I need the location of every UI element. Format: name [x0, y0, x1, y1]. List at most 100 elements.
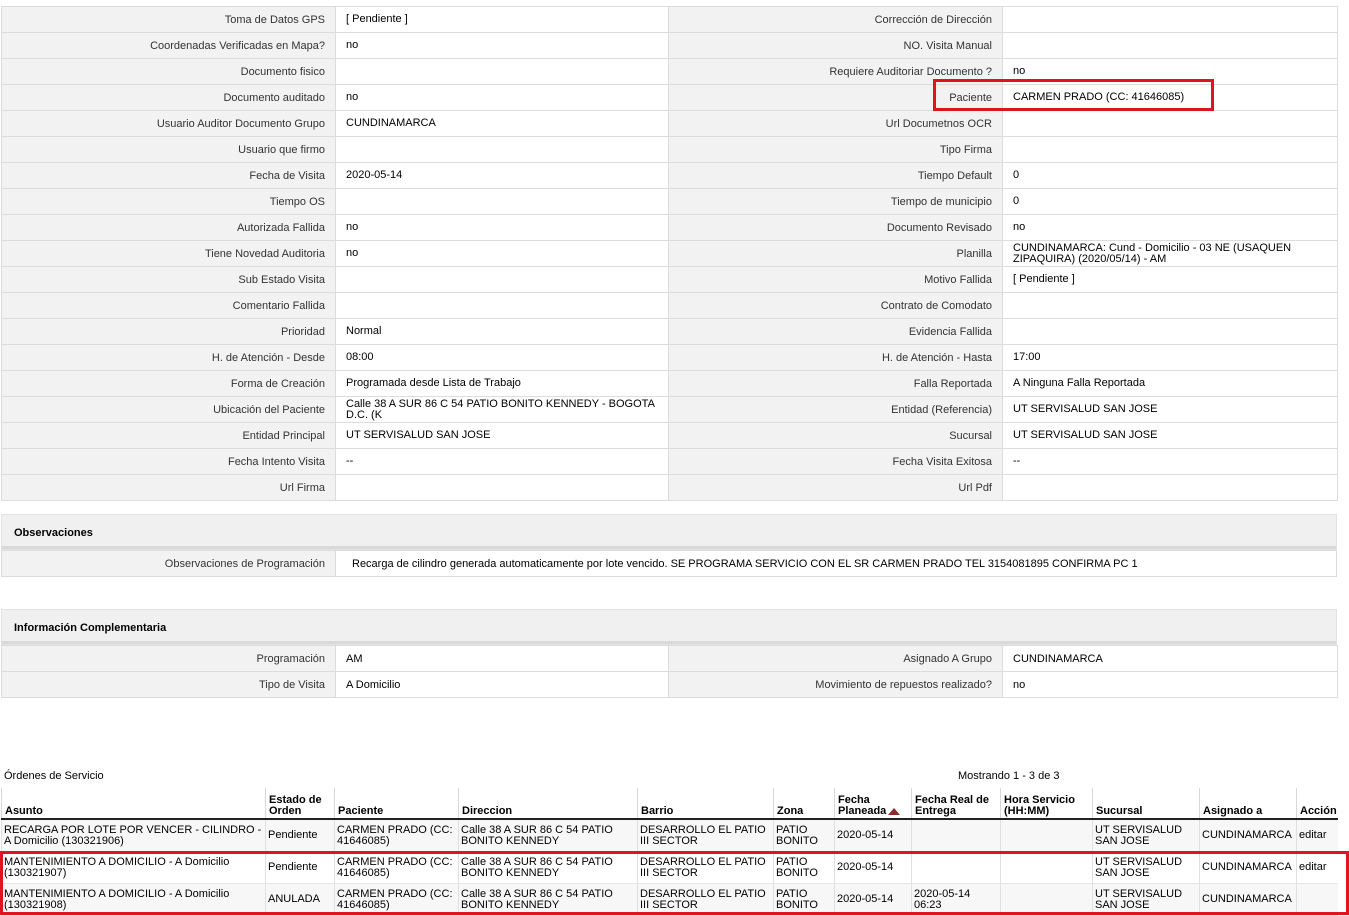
order-cell-barrio: DESARROLLO EL PATIO III SECTOR [637, 883, 774, 916]
edit-link[interactable]: editar [1296, 851, 1338, 884]
detail-label: Url Documetnos OCR [668, 110, 1003, 137]
order-cell-asignado: CUNDINAMARCA [1199, 883, 1297, 916]
order-cell-barrio: DESARROLLO EL PATIO III SECTOR [637, 819, 774, 852]
detail-row: Tiene Novedad Auditoria no Planilla CUNDIN… [1, 240, 1338, 267]
col-direccion[interactable]: Direccion [458, 788, 638, 820]
detail-row: Tiempo OS Tiempo de municipio 0 [1, 188, 1338, 215]
col-asunto[interactable]: Asunto [1, 788, 266, 820]
detail-label: Prioridad [1, 318, 336, 345]
detail-value [1002, 32, 1338, 59]
detail-value: [ Pendiente ] [1002, 266, 1338, 293]
col-hora[interactable]: Hora Servicio (HH:MM) [1000, 788, 1093, 820]
detail-value: UT SERVISALUD SAN JOSE [1002, 422, 1338, 449]
detail-label: Coordenadas Verificadas en Mapa? [1, 32, 336, 59]
detail-label: Evidencia Fallida [668, 318, 1003, 345]
order-cell-direccion: Calle 38 A SUR 86 C 54 PATIO BONITO KENN… [458, 819, 638, 852]
detail-label: Usuario Auditor Documento Grupo [1, 110, 336, 137]
order-cell-paciente: CARMEN PRADO (CC: 41646085) [334, 851, 459, 884]
detail-label: Requiere Auditoriar Documento ? [668, 58, 1003, 85]
detail-label: Fecha Intento Visita [1, 448, 336, 475]
detail-value: CUNDINAMARCA [335, 110, 669, 137]
detail-label: Sub Estado Visita [1, 266, 336, 293]
detail-value: no [1002, 58, 1338, 85]
tipo-visita-value: A Domicilio [335, 671, 669, 698]
detail-row: Url Firma Url Pdf [1, 474, 1338, 501]
order-cell-fecha-plan: 2020-05-14 [834, 883, 912, 916]
detail-row: Entidad Principal UT SERVISALUD SAN JOSE S… [1, 422, 1338, 449]
order-cell-direccion: Calle 38 A SUR 86 C 54 PATIO BONITO KENN… [458, 851, 638, 884]
detail-row: Prioridad Normal Evidencia Fallida [1, 318, 1338, 345]
detail-label: Tiene Novedad Auditoria [1, 240, 336, 267]
order-cell-zona: PATIO BONITO [773, 819, 835, 852]
edit-link[interactable]: editar [1296, 819, 1338, 852]
order-cell-asignado: CUNDINAMARCA [1199, 851, 1297, 884]
detail-value [335, 266, 669, 293]
detail-value: 0 [1002, 188, 1338, 215]
detail-value: no [335, 240, 669, 267]
detail-row: Sub Estado Visita Motivo Fallida[ Pendien… [1, 266, 1338, 293]
detail-value: A Ninguna Falla Reportada [1002, 370, 1338, 397]
detail-label: Fecha de Visita [1, 162, 336, 189]
detail-label: Corrección de Dirección [668, 6, 1003, 33]
detail-label: Falla Reportada [668, 370, 1003, 397]
detail-value [1002, 292, 1338, 319]
col-sucursal[interactable]: Sucursal [1092, 788, 1200, 820]
detail-value: -- [335, 448, 669, 475]
observaciones-panel: Observaciones Observaciones de Programac… [1, 514, 1337, 577]
visit-detail-table: Toma de Datos GPS[ Pendiente ] Corrección… [1, 6, 1338, 501]
detail-value [335, 136, 669, 163]
order-cell-paciente: CARMEN PRADO (CC: 41646085) [334, 819, 459, 852]
orders-title: Órdenes de Servicio [4, 770, 104, 782]
detail-value [1002, 318, 1338, 345]
col-estado[interactable]: Estado de Orden [265, 788, 335, 820]
order-cell-sucursal: UT SERVISALUD SAN JOSE [1092, 851, 1200, 884]
detail-value: [ Pendiente ] [335, 6, 669, 33]
observaciones-title: Observaciones [1, 514, 1337, 550]
col-fecha-real[interactable]: Fecha Real de Entrega [911, 788, 1001, 820]
programacion-label: Programación [1, 645, 336, 672]
orders-count: Mostrando 1 - 3 de 3 [958, 770, 1060, 782]
detail-row: Fecha Intento Visita -- Fecha Visita Exit… [1, 448, 1338, 475]
order-cell-fecha-plan: 2020-05-14 [834, 851, 912, 884]
detail-label: H. de Atención - Desde [1, 344, 336, 371]
order-row[interactable]: RECARGA POR LOTE POR VENCER - CILINDRO -… [1, 819, 1338, 852]
detail-value: UT SERVISALUD SAN JOSE [1002, 396, 1338, 423]
order-cell-estado: ANULADA [265, 883, 335, 916]
detail-row: Autorizada Fallida no Documento Revisado … [1, 214, 1338, 241]
order-row[interactable]: MANTENIMIENTO A DOMICILIO - A Domicilio … [1, 851, 1338, 884]
sort-asc-icon[interactable] [888, 807, 901, 815]
order-cell-hora [1000, 819, 1093, 852]
detail-label: Contrato de Comodato [668, 292, 1003, 319]
detail-value: -- [1002, 448, 1338, 475]
col-asignado[interactable]: Asignado a [1199, 788, 1297, 820]
col-barrio[interactable]: Barrio [637, 788, 774, 820]
detail-value: Programada desde Lista de Trabajo [335, 370, 669, 397]
detail-value [1002, 474, 1338, 501]
detail-value: 0 [1002, 162, 1338, 189]
detail-label: Documento auditado [1, 84, 336, 111]
detail-label: Usuario que firmo [1, 136, 336, 163]
col-paciente[interactable]: Paciente [334, 788, 459, 820]
order-cell-sucursal: UT SERVISALUD SAN JOSE [1092, 819, 1200, 852]
detail-value [335, 292, 669, 319]
movimiento-repuestos-value: no [1002, 671, 1338, 698]
detail-label: Forma de Creación [1, 370, 336, 397]
detail-value [1002, 136, 1338, 163]
detail-value [335, 188, 669, 215]
order-cell-zona: PATIO BONITO [773, 883, 835, 916]
order-cell-estado: Pendiente [265, 819, 335, 852]
detail-value: Calle 38 A SUR 86 C 54 PATIO BONITO KENN… [335, 396, 669, 423]
edit-link[interactable] [1296, 883, 1338, 916]
order-cell-asunto: MANTENIMIENTO A DOMICILIO - A Domicilio … [1, 851, 266, 884]
order-row[interactable]: MANTENIMIENTO A DOMICILIO - A Domicilio … [1, 883, 1338, 916]
detail-label: Fecha Visita Exitosa [668, 448, 1003, 475]
detail-label: Documento Revisado [668, 214, 1003, 241]
detail-label: Url Pdf [668, 474, 1003, 501]
detail-label: Planilla [668, 240, 1003, 267]
detail-row: Toma de Datos GPS[ Pendiente ] Corrección… [1, 6, 1338, 33]
order-cell-asignado: CUNDINAMARCA [1199, 819, 1297, 852]
col-fecha-planeada[interactable]: Fecha Planeada [834, 788, 912, 820]
detail-label: Motivo Fallida [668, 266, 1003, 293]
col-zona[interactable]: Zona [773, 788, 835, 820]
detail-label: Entidad Principal [1, 422, 336, 449]
